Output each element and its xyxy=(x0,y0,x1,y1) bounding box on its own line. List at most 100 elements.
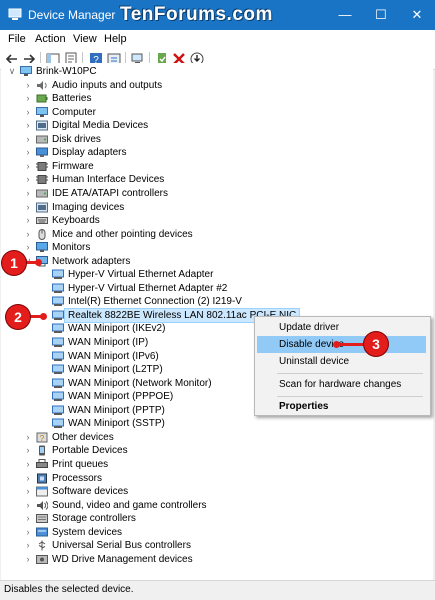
tree-category-other-devices[interactable]: ›? Other devices xyxy=(1,431,431,444)
tree-device-hyper-v-virtual-ethernet-adapter[interactable]: Hyper-V Virtual Ethernet Adapter xyxy=(1,268,431,281)
tree-category-disk-drives[interactable]: › Disk drives xyxy=(1,133,431,146)
tree-item-label: Other devices xyxy=(52,431,114,443)
expand-arrow-right-icon[interactable]: › xyxy=(24,458,32,471)
tree-category-display-adapters[interactable]: › Display adapters xyxy=(1,146,431,159)
sound-icon xyxy=(36,500,48,511)
tree-item-label: WAN Miniport (SSTP) xyxy=(68,418,165,430)
tree-category-universal-serial-bus-controllers[interactable]: › Universal Serial Bus controllers xyxy=(1,539,431,552)
callout-1-dot xyxy=(35,259,42,266)
expand-arrow-right-icon[interactable]: › xyxy=(24,499,32,512)
tree-item-label: WAN Miniport (Network Monitor) xyxy=(68,377,212,389)
tree-category-processors[interactable]: › Processors xyxy=(1,472,431,485)
tree-item-label: Disk drives xyxy=(52,133,101,145)
minimize-icon[interactable]: — xyxy=(327,0,363,30)
netcard-icon xyxy=(52,418,64,429)
expand-arrow-right-icon[interactable]: › xyxy=(24,133,32,146)
tree-item-label: Hyper-V Virtual Ethernet Adapter #2 xyxy=(68,282,228,294)
tree-category-wd-drive-management-devices[interactable]: › WD Drive Management devices xyxy=(1,553,431,566)
tree-category-batteries[interactable]: › Batteries xyxy=(1,92,431,105)
tree-category-system-devices[interactable]: › System devices xyxy=(1,526,431,539)
tree-category-portable-devices[interactable]: › Portable Devices xyxy=(1,444,431,457)
tree-category-software-devices[interactable]: › Software devices xyxy=(1,485,431,498)
netcard-icon xyxy=(52,269,64,280)
expand-arrow-right-icon[interactable]: › xyxy=(24,228,32,241)
tree-item-label: Portable Devices xyxy=(52,445,128,457)
netcard-icon xyxy=(52,283,64,294)
expand-arrow-right-icon[interactable]: › xyxy=(24,160,32,173)
netcard-icon xyxy=(52,296,64,307)
expand-arrow-right-icon[interactable]: › xyxy=(24,187,32,200)
expand-arrow-down-icon[interactable]: ∨ xyxy=(8,65,16,78)
context-separator xyxy=(277,373,423,374)
tree-category-monitors[interactable]: › Monitors xyxy=(1,241,431,254)
netcard-icon xyxy=(52,310,64,321)
other-icon: ? xyxy=(36,432,48,443)
expand-arrow-right-icon[interactable]: › xyxy=(24,472,32,485)
device-manager-window: Device Manager TenForums.com — ☐ ✕ File … xyxy=(0,0,435,600)
title-bar[interactable]: Device Manager TenForums.com — ☐ ✕ xyxy=(0,0,435,30)
expand-arrow-right-icon[interactable]: › xyxy=(24,526,32,539)
netcard-icon xyxy=(52,391,64,402)
tree-device-intel-r-ethernet-connection-2-i219-v[interactable]: Intel(R) Ethernet Connection (2) I219-V xyxy=(1,295,431,308)
tree-device-hyper-v-virtual-ethernet-adapter-2[interactable]: Hyper-V Virtual Ethernet Adapter #2 xyxy=(1,282,431,295)
expand-arrow-right-icon[interactable]: › xyxy=(24,146,32,159)
expand-arrow-right-icon[interactable]: › xyxy=(24,106,32,119)
netcard-icon xyxy=(52,337,64,348)
tree-item-label: System devices xyxy=(52,526,123,538)
expand-arrow-right-icon[interactable]: › xyxy=(24,201,32,214)
tree-item-label: Computer xyxy=(52,106,96,118)
tree-category-storage-controllers[interactable]: › Storage controllers xyxy=(1,512,431,525)
expand-arrow-right-icon[interactable]: › xyxy=(24,119,32,132)
tree-item-label: WAN Miniport (PPPOE) xyxy=(68,391,174,403)
tree-item-label: Imaging devices xyxy=(52,201,125,213)
tree-root[interactable]: ∨ Brink-W10PC xyxy=(1,65,431,78)
status-text: Disables the selected device. xyxy=(4,584,134,595)
expand-arrow-right-icon[interactable]: › xyxy=(24,92,32,105)
display-icon xyxy=(36,147,48,158)
tree-category-imaging-devices[interactable]: › Imaging devices xyxy=(1,201,431,214)
expand-arrow-right-icon[interactable]: › xyxy=(24,485,32,498)
tree-category-audio-inputs-and-outputs[interactable]: › Audio inputs and outputs xyxy=(1,79,431,92)
tree-item-label: WAN Miniport (PPTP) xyxy=(68,404,165,416)
close-icon[interactable]: ✕ xyxy=(399,0,435,30)
tree-category-print-queues[interactable]: › Print queues xyxy=(1,458,431,471)
context-scan-hardware[interactable]: Scan for hardware changes xyxy=(257,376,426,393)
menu-action[interactable]: Action xyxy=(35,33,66,45)
maximize-icon[interactable]: ☐ xyxy=(363,0,399,30)
tree-category-computer[interactable]: › Computer xyxy=(1,106,431,119)
menu-view[interactable]: View xyxy=(73,33,97,45)
media-icon xyxy=(36,202,48,213)
tree-category-human-interface-devices[interactable]: › Human Interface Devices xyxy=(1,173,431,186)
expand-arrow-right-icon[interactable]: › xyxy=(24,512,32,525)
media-icon xyxy=(36,120,48,131)
tree-item-label: WAN Miniport (IPv6) xyxy=(68,350,159,362)
disk-icon xyxy=(36,134,48,145)
callout-2-badge: 2 xyxy=(6,305,30,329)
tree-category-ide-ata-atapi-controllers[interactable]: › IDE ATA/ATAPI controllers xyxy=(1,187,431,200)
tree-item-label: Universal Serial Bus controllers xyxy=(52,540,191,552)
menu-help[interactable]: Help xyxy=(104,33,127,45)
tree-category-mice-and-other-pointing-devices[interactable]: › Mice and other pointing devices xyxy=(1,228,431,241)
battery-icon xyxy=(36,93,48,104)
netcard-icon xyxy=(52,405,64,416)
expand-arrow-right-icon[interactable]: › xyxy=(24,539,32,552)
expand-arrow-right-icon[interactable]: › xyxy=(24,241,32,254)
expand-arrow-right-icon[interactable]: › xyxy=(24,444,32,457)
tree-category-network-adapters[interactable]: ∨Network adapters xyxy=(1,255,431,268)
tree-item-label: Intel(R) Ethernet Connection (2) I219-V xyxy=(68,296,242,308)
expand-arrow-right-icon[interactable]: › xyxy=(24,553,32,566)
tree-category-firmware[interactable]: › Firmware xyxy=(1,160,431,173)
tree-device-wan-miniport-sstp[interactable]: WAN Miniport (SSTP) xyxy=(1,417,431,430)
context-properties[interactable]: Properties xyxy=(257,398,426,415)
context-update-driver[interactable]: Update driver xyxy=(257,319,426,336)
tree-category-sound-video-and-game-controllers[interactable]: › Sound, video and game controllers xyxy=(1,499,431,512)
menu-file[interactable]: File xyxy=(8,33,26,45)
tree-category-digital-media-devices[interactable]: › Digital Media Devices xyxy=(1,119,431,132)
expand-arrow-right-icon[interactable]: › xyxy=(24,79,32,92)
tree-item-label: WAN Miniport (IP) xyxy=(68,337,149,348)
context-uninstall-device[interactable]: Uninstall device xyxy=(257,353,426,370)
expand-arrow-right-icon[interactable]: › xyxy=(24,431,32,444)
tree-category-keyboards[interactable]: › Keyboards xyxy=(1,214,431,227)
expand-arrow-right-icon[interactable]: › xyxy=(24,214,32,227)
expand-arrow-right-icon[interactable]: › xyxy=(24,173,32,186)
